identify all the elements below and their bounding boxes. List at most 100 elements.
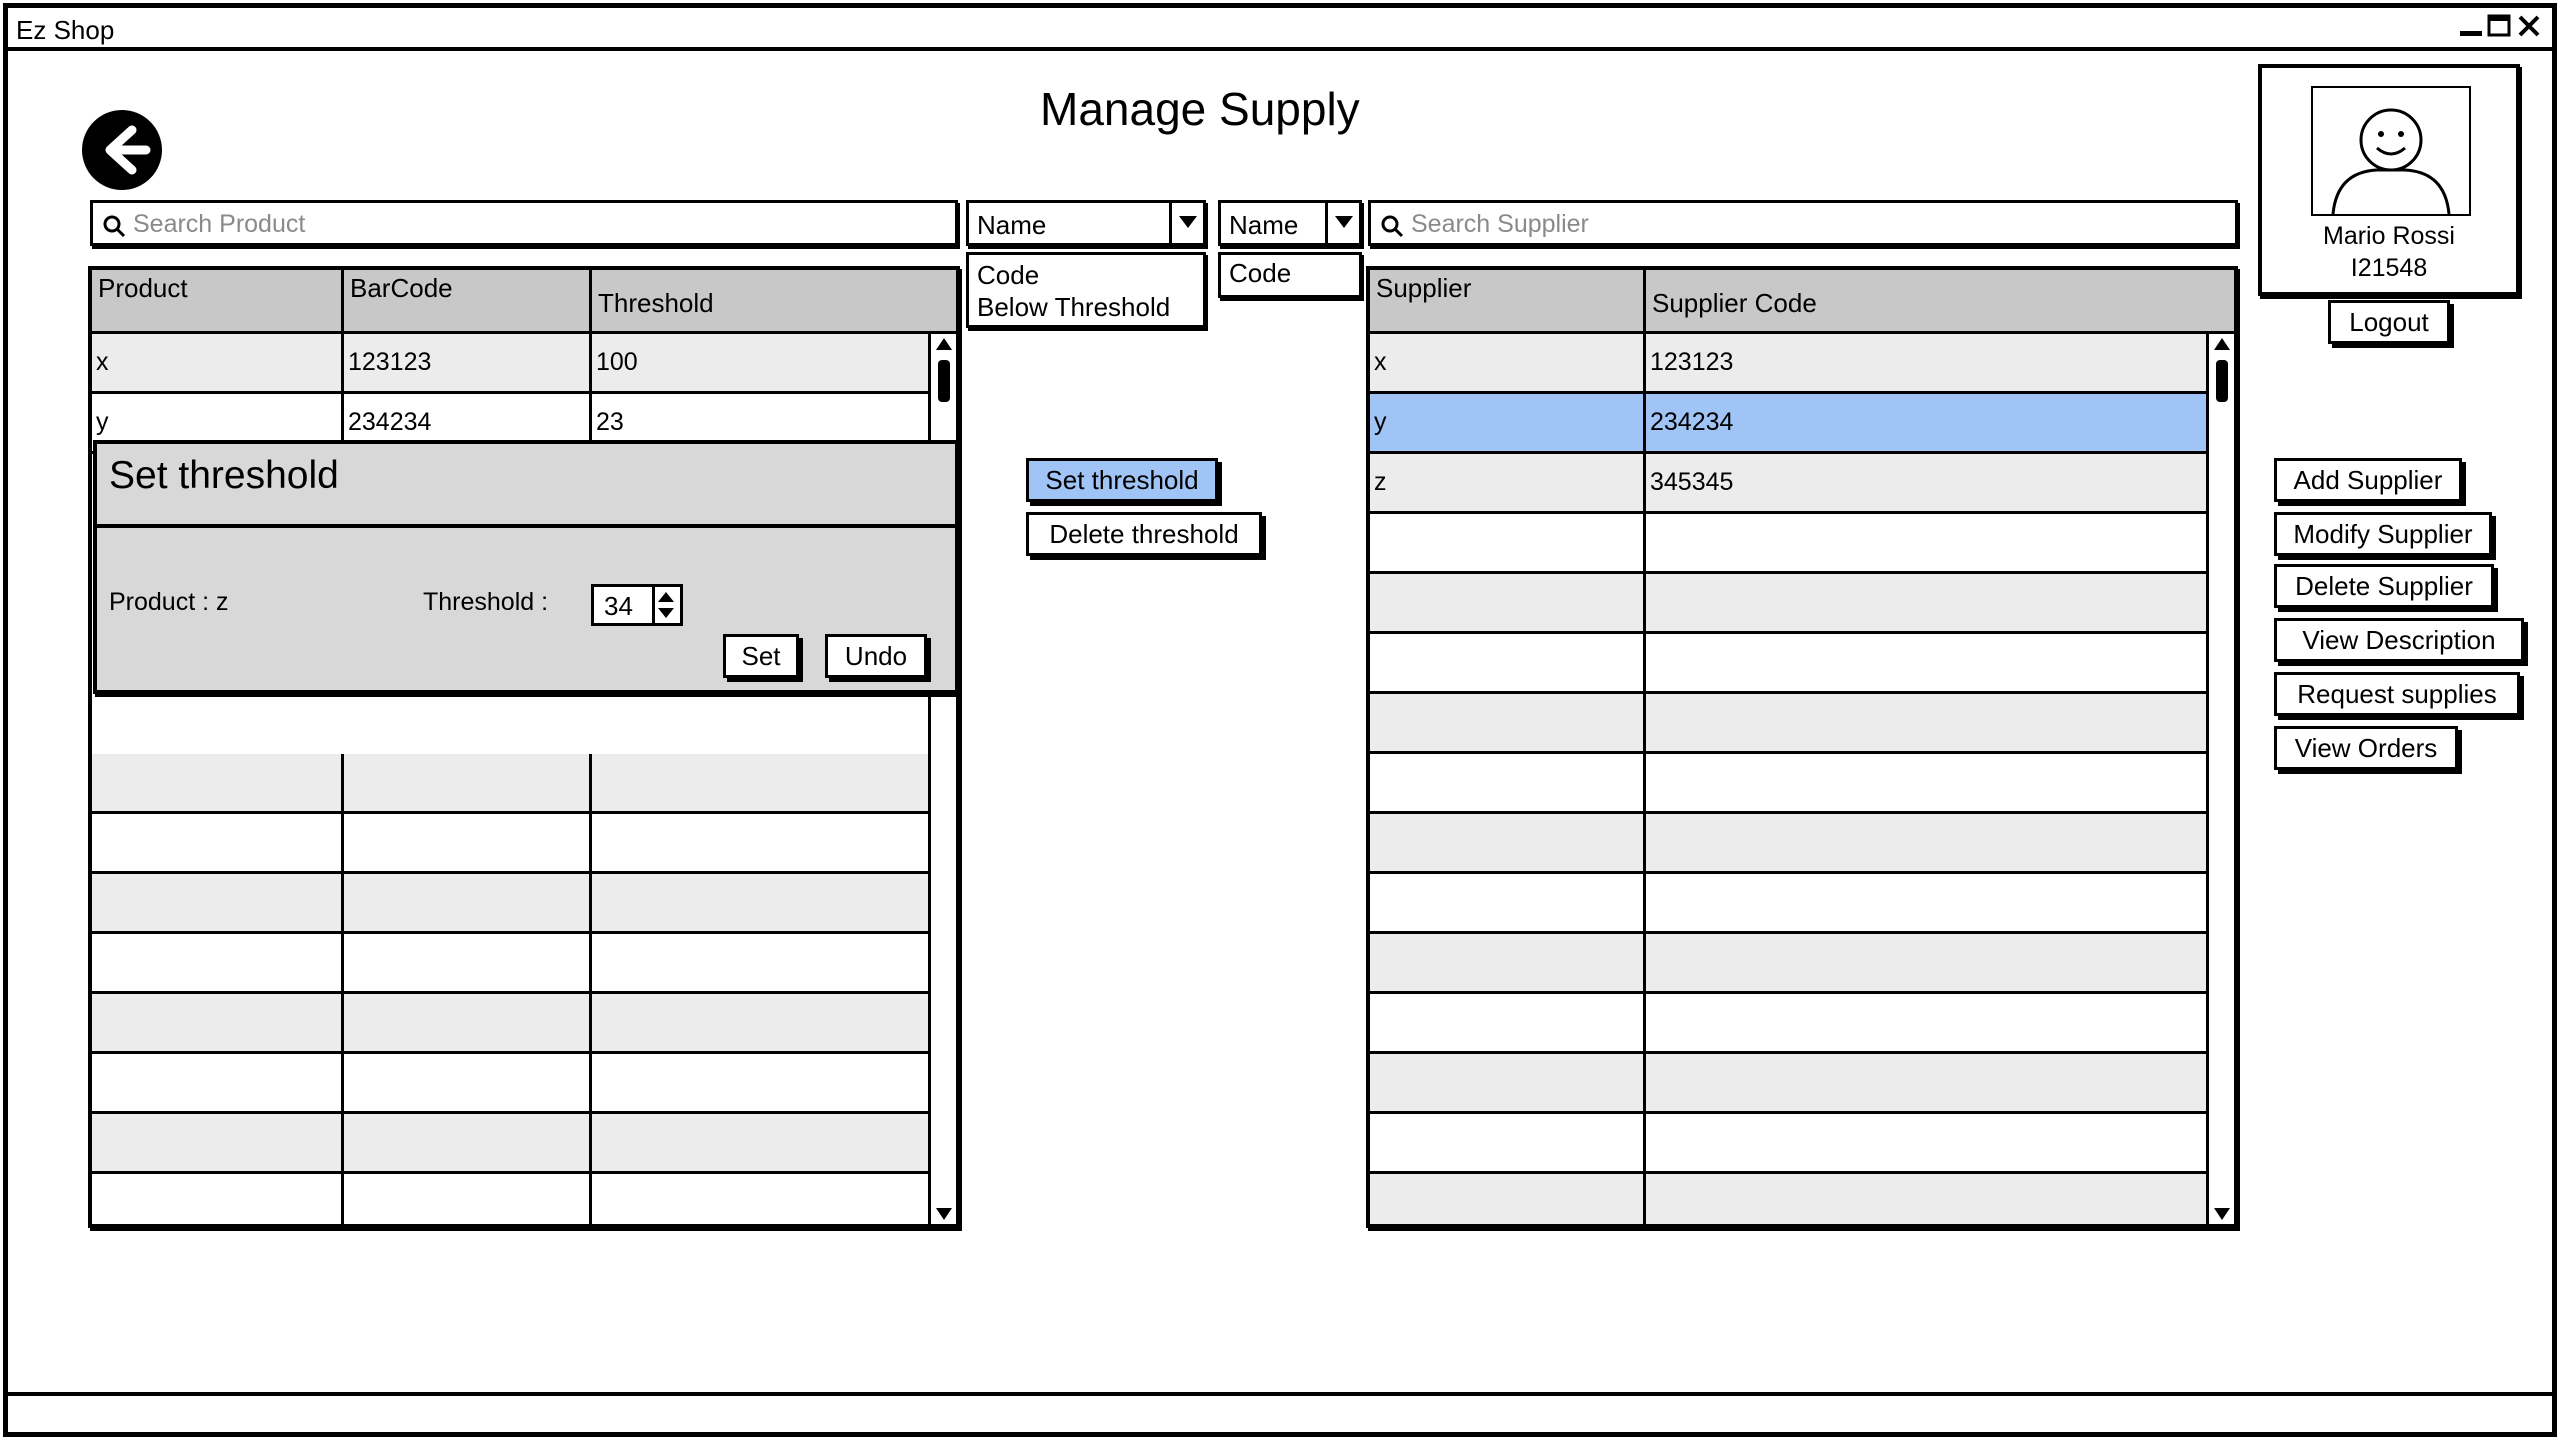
scroll-down-icon[interactable] <box>936 1208 952 1220</box>
product-search-input[interactable] <box>133 207 945 241</box>
search-icon <box>103 215 126 238</box>
product-filter-options: Code Below Threshold <box>966 252 1206 328</box>
supplier-code-cell: 123123 <box>1650 348 1734 376</box>
stepper-arrows-icon[interactable] <box>655 587 677 623</box>
scroll-down-icon[interactable] <box>2214 1208 2230 1220</box>
avatar <box>2311 86 2471 216</box>
table-row[interactable]: x 123123 <box>1370 334 2206 394</box>
supplier-filter-select[interactable]: Name <box>1218 200 1362 246</box>
product-filter-select[interactable]: Name <box>966 200 1206 246</box>
request-supplies-button[interactable]: Request supplies <box>2274 672 2520 716</box>
table-row[interactable] <box>1370 514 2206 574</box>
maximize-icon[interactable] <box>2486 13 2512 39</box>
column-header-product[interactable]: Product <box>92 270 344 331</box>
supplier-filter-value: Name <box>1229 210 1299 240</box>
view-description-button[interactable]: View Description <box>2274 618 2524 662</box>
product-table: Product BarCode Threshold x 123123 100 y… <box>88 266 960 1228</box>
logout-button[interactable]: Logout <box>2328 300 2450 344</box>
table-row[interactable] <box>1370 1174 2206 1224</box>
dialog-title: Set threshold <box>109 454 339 497</box>
supplier-search-input[interactable] <box>1411 207 2225 241</box>
supplier-code-cell: 345345 <box>1650 468 1734 496</box>
table-row[interactable] <box>92 1054 928 1114</box>
delete-supplier-button[interactable]: Delete Supplier <box>2274 564 2494 608</box>
column-header-supplier-code[interactable]: Supplier Code <box>1646 270 2234 331</box>
product-search[interactable] <box>90 200 958 246</box>
barcode-cell: 123123 <box>344 334 592 391</box>
dialog-header: Set threshold <box>97 444 955 528</box>
product-filter-option-below-threshold[interactable]: Below Threshold <box>977 291 1195 323</box>
table-row[interactable] <box>1370 754 2206 814</box>
search-icon <box>1381 215 1404 238</box>
supplier-code-cell: 234234 <box>1650 408 1734 436</box>
set-button[interactable]: Set <box>723 634 799 678</box>
set-threshold-button[interactable]: Set threshold <box>1026 458 1218 502</box>
product-filter-toggle[interactable] <box>1169 203 1203 243</box>
product-filter-value: Name <box>977 210 1047 240</box>
column-header-threshold[interactable]: Threshold <box>592 270 956 331</box>
user-profile-card: Mario Rossi I21548 <box>2258 64 2520 296</box>
user-avatar-icon <box>2331 108 2451 215</box>
product-filter-option-code[interactable]: Code <box>977 259 1195 291</box>
table-row[interactable] <box>1370 934 2206 994</box>
table-row[interactable] <box>1370 694 2206 754</box>
table-row[interactable] <box>92 994 928 1054</box>
table-row[interactable]: z 345345 <box>1370 454 2206 514</box>
supplier-cell: z <box>1370 454 1646 511</box>
table-row[interactable] <box>1370 814 2206 874</box>
table-row[interactable] <box>1370 574 2206 634</box>
view-orders-button[interactable]: View Orders <box>2274 726 2458 770</box>
product-cell: x <box>92 334 344 391</box>
page-title: Manage Supply <box>1040 83 1360 135</box>
delete-threshold-button[interactable]: Delete threshold <box>1026 512 1262 556</box>
user-name: Mario Rossi <box>2323 222 2455 250</box>
modify-supplier-button[interactable]: Modify Supplier <box>2274 512 2492 556</box>
supplier-cell: x <box>1370 334 1646 391</box>
table-row[interactable] <box>1370 1054 2206 1114</box>
scroll-up-icon[interactable] <box>2214 338 2230 350</box>
table-row[interactable] <box>1370 994 2206 1054</box>
table-row[interactable] <box>92 1114 928 1174</box>
threshold-stepper[interactable]: 34 <box>591 584 683 626</box>
supplier-table: Supplier Supplier Code x 123123 y 234234… <box>1366 266 2238 1228</box>
table-row-selected[interactable]: y 234234 <box>1370 394 2206 454</box>
table-row[interactable] <box>92 934 928 994</box>
table-row[interactable] <box>1370 1114 2206 1174</box>
supplier-cell: y <box>1370 394 1646 451</box>
scroll-thumb[interactable] <box>2216 360 2228 402</box>
table-row[interactable]: x 123123 100 <box>92 334 928 394</box>
scroll-thumb[interactable] <box>938 360 950 402</box>
set-threshold-dialog: Set threshold Product : z Threshold : 34… <box>93 440 959 694</box>
supplier-filter-toggle[interactable] <box>1325 203 1359 243</box>
chevron-down-icon <box>1179 216 1197 228</box>
threshold-cell: 100 <box>596 348 638 376</box>
threshold-value[interactable]: 34 <box>604 591 633 622</box>
table-row[interactable] <box>92 754 928 814</box>
app-title: Ez Shop <box>16 15 115 45</box>
user-id: I21548 <box>2350 254 2428 282</box>
minimize-icon[interactable] <box>2458 13 2484 39</box>
supplier-table-body: x 123123 y 234234 z 345345 <box>1370 334 2206 1224</box>
product-label: Product : z <box>109 588 229 616</box>
supplier-table-scrollbar[interactable] <box>2206 334 2234 1224</box>
table-row[interactable] <box>92 814 928 874</box>
status-bar <box>8 1392 2552 1396</box>
table-row[interactable] <box>1370 634 2206 694</box>
table-row[interactable] <box>1370 874 2206 934</box>
title-bar: Ez Shop <box>8 8 2552 51</box>
undo-button[interactable]: Undo <box>825 634 927 678</box>
product-table-header: Product BarCode Threshold <box>92 270 956 334</box>
threshold-label: Threshold : <box>423 588 549 616</box>
column-header-barcode[interactable]: BarCode <box>344 270 592 331</box>
column-header-supplier[interactable]: Supplier <box>1370 270 1646 331</box>
add-supplier-button[interactable]: Add Supplier <box>2274 458 2462 502</box>
table-row[interactable] <box>92 1174 928 1224</box>
back-arrow-icon[interactable] <box>80 108 164 192</box>
supplier-filter-option-code[interactable]: Code <box>1229 257 1351 289</box>
close-icon[interactable] <box>2516 13 2542 39</box>
table-row[interactable] <box>92 874 928 934</box>
supplier-table-header: Supplier Supplier Code <box>1370 270 2234 334</box>
stepper-controls[interactable] <box>652 587 680 623</box>
scroll-up-icon[interactable] <box>936 338 952 350</box>
supplier-search[interactable] <box>1368 200 2238 246</box>
